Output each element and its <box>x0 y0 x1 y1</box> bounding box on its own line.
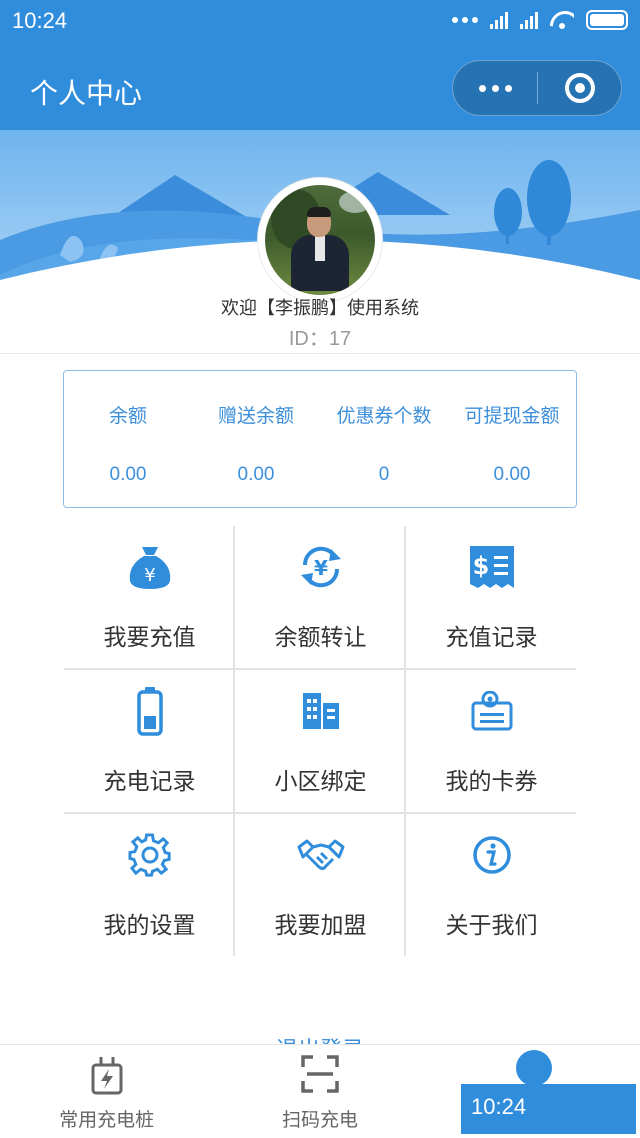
menu-label: 小区绑定 <box>274 768 367 794</box>
menu-recharge[interactable]: ¥ 我要充值 <box>64 526 235 669</box>
menu-label: 余额转让 <box>274 624 367 650</box>
welcome-text: 欢迎【李振鹏】使用系统 <box>221 298 419 318</box>
page-title: 个人中心 <box>30 78 143 109</box>
logout-button[interactable]: 退出登录 <box>0 1032 640 1044</box>
menu-about-us[interactable]: 关于我们 <box>406 814 577 957</box>
menu-join-franchise[interactable]: 我要加盟 <box>235 814 406 957</box>
time-toast: 10:24 <box>461 1084 636 1134</box>
menu-balance-transfer[interactable]: ¥ 余额转让 <box>235 526 406 669</box>
target-icon <box>564 73 595 103</box>
menu-label: 我的卡券 <box>445 768 538 794</box>
menu-label: 充电记录 <box>103 768 196 794</box>
receipt-icon: $ <box>406 542 577 592</box>
stat-label: 优惠券个数 <box>336 406 432 427</box>
menu-my-coupons[interactable]: 我的卡券 <box>406 670 577 813</box>
menu-community-binding[interactable]: 小区绑定 <box>235 670 406 813</box>
status-icons <box>452 10 628 30</box>
stat-value: 0.00 <box>493 464 531 485</box>
tab-favorite-chargers[interactable]: 常用充电桩 <box>0 1045 213 1138</box>
stat-label: 余额 <box>108 406 147 427</box>
avatar[interactable] <box>258 178 382 302</box>
tab-scan-charge[interactable]: 扫码充电 <box>213 1045 426 1138</box>
account-stats-panel: 余额 0.00 赠送余额 0.00 优惠券个数 0 可提现金额 0.00 <box>63 370 577 508</box>
yen-transfer-icon: ¥ <box>235 542 406 592</box>
tab-label: 常用充电桩 <box>59 1110 155 1131</box>
mini-program-capsule <box>452 60 622 116</box>
stat-label: 赠送余额 <box>217 406 294 427</box>
svg-text:¥: ¥ <box>144 565 155 586</box>
more-button[interactable] <box>453 61 537 115</box>
stat-balance[interactable]: 余额 0.00 <box>64 371 192 507</box>
battery-status-icon <box>586 10 628 30</box>
svg-text:$: $ <box>472 552 489 580</box>
battery-icon <box>64 686 235 736</box>
charging-station-icon <box>0 1055 213 1095</box>
user-id: ID：17 <box>288 328 352 350</box>
stat-withdrawable[interactable]: 可提现金额 0.00 <box>448 371 576 507</box>
stat-label: 可提现金额 <box>464 406 560 427</box>
close-button[interactable] <box>538 61 621 115</box>
menu-grid: ¥ 我要充值 ¥ 余额转让 $ 充值记录 充电记录 小区绑定 我的卡券 我的设置… <box>64 526 576 956</box>
menu-label: 我的设置 <box>103 912 196 938</box>
signal-icon <box>490 11 508 29</box>
wifi-icon <box>550 11 574 29</box>
tab-label: 扫码充电 <box>281 1110 358 1131</box>
menu-recharge-records[interactable]: $ 充值记录 <box>406 526 577 669</box>
stat-gift-balance[interactable]: 赠送余额 0.00 <box>192 371 320 507</box>
menu-label: 充值记录 <box>445 624 538 650</box>
building-icon <box>235 686 406 736</box>
menu-label: 我要充值 <box>103 624 196 650</box>
stat-coupon-count[interactable]: 优惠券个数 0 <box>320 371 448 507</box>
handshake-icon <box>235 830 406 880</box>
person-icon <box>516 1050 552 1086</box>
menu-label: 关于我们 <box>445 912 538 938</box>
stat-value: 0.00 <box>237 464 275 485</box>
status-bar: 10:24 <box>0 0 640 46</box>
signal-icon-2 <box>520 11 538 29</box>
money-bag-icon: ¥ <box>64 542 235 592</box>
divider <box>0 353 640 354</box>
notification-dots-icon <box>452 17 478 23</box>
stat-value: 0 <box>378 464 390 485</box>
navigation-bar: 个人中心 <box>0 46 640 130</box>
gear-icon <box>64 830 235 880</box>
menu-charging-records[interactable]: 充电记录 <box>64 670 235 813</box>
avatar-photo <box>265 185 375 295</box>
svg-text:¥: ¥ <box>314 556 328 580</box>
info-icon <box>406 830 577 880</box>
stat-value: 0.00 <box>109 464 147 485</box>
menu-my-settings[interactable]: 我的设置 <box>64 814 235 957</box>
scan-icon <box>213 1055 426 1095</box>
status-time: 10:24 <box>12 8 68 33</box>
menu-label: 我要加盟 <box>274 912 367 938</box>
coupon-card-icon <box>406 686 577 736</box>
